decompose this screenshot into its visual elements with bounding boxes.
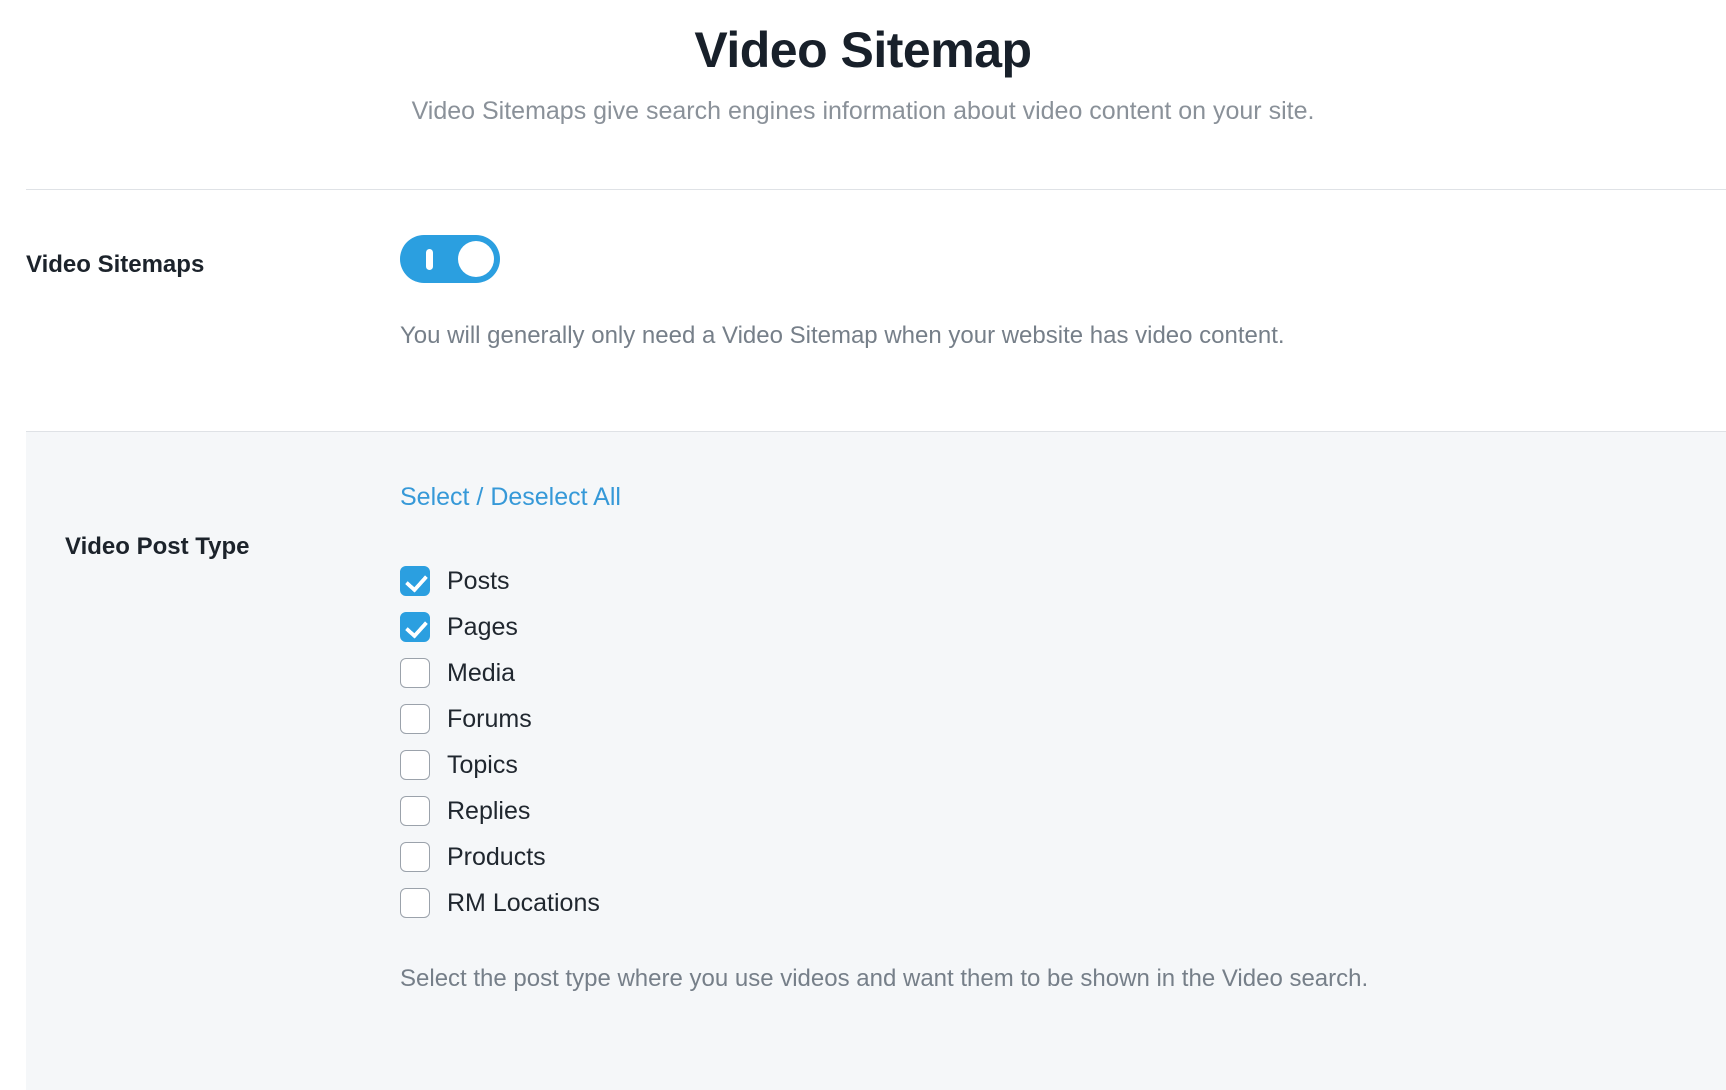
- video-sitemaps-row: Video Sitemaps You will generally only n…: [0, 190, 1726, 351]
- post-type-checkbox-row[interactable]: Posts: [400, 558, 1368, 604]
- post-type-checkbox-row[interactable]: RM Locations: [400, 880, 1368, 926]
- select-deselect-all-link[interactable]: Select / Deselect All: [400, 485, 621, 510]
- post-type-checkbox-label: Topics: [447, 753, 518, 778]
- video-sitemaps-control-cell: You will generally only need a Video Sit…: [400, 190, 1285, 351]
- checkbox-checked-icon[interactable]: [400, 612, 430, 642]
- post-type-checkbox-list: Posts Pages Media Forums Topics Replies Produc…: [400, 558, 1368, 926]
- video-post-type-row: Video Post Type Select / Deselect All Po…: [26, 432, 1726, 994]
- post-type-checkbox-row[interactable]: Pages: [400, 604, 1368, 650]
- post-type-checkbox-row[interactable]: Replies: [400, 788, 1368, 834]
- post-type-checkbox-label: Products: [447, 845, 546, 870]
- post-type-checkbox-row[interactable]: Products: [400, 834, 1368, 880]
- checkbox-unchecked-icon[interactable]: [400, 888, 430, 918]
- video-post-type-help-text: Select the post type where you use video…: [400, 963, 1368, 994]
- page-title: Video Sitemap: [0, 22, 1726, 78]
- checkbox-unchecked-icon[interactable]: [400, 796, 430, 826]
- checkbox-checked-icon[interactable]: [400, 566, 430, 596]
- checkbox-unchecked-icon[interactable]: [400, 842, 430, 872]
- post-type-checkbox-row[interactable]: Forums: [400, 696, 1368, 742]
- video-sitemaps-label-cell: Video Sitemaps: [0, 190, 400, 277]
- toggle-knob: [458, 241, 494, 277]
- video-sitemaps-label: Video Sitemaps: [26, 251, 204, 278]
- checkbox-unchecked-icon[interactable]: [400, 658, 430, 688]
- video-sitemap-settings-page: Video Sitemap Video Sitemaps give search…: [0, 0, 1726, 1090]
- page-header: Video Sitemap Video Sitemaps give search…: [0, 0, 1726, 128]
- video-post-type-label: Video Post Type: [26, 468, 400, 561]
- checkbox-unchecked-icon[interactable]: [400, 704, 430, 734]
- post-type-checkbox-label: Forums: [447, 707, 532, 732]
- video-post-type-section: Video Post Type Select / Deselect All Po…: [26, 431, 1726, 1090]
- post-type-checkbox-row[interactable]: Topics: [400, 742, 1368, 788]
- video-post-type-control-cell: Select / Deselect All Posts Pages Media For…: [400, 468, 1368, 994]
- post-type-checkbox-label: Posts: [447, 569, 510, 594]
- video-sitemaps-section: Video Sitemaps You will generally only n…: [0, 190, 1726, 383]
- post-type-checkbox-row[interactable]: Media: [400, 650, 1368, 696]
- post-type-checkbox-label: RM Locations: [447, 891, 600, 916]
- post-type-checkbox-label: Replies: [447, 799, 530, 824]
- post-type-checkbox-label: Pages: [447, 615, 518, 640]
- video-sitemaps-toggle[interactable]: [400, 235, 500, 283]
- post-type-checkbox-label: Media: [447, 661, 515, 686]
- checkbox-unchecked-icon[interactable]: [400, 750, 430, 780]
- video-sitemaps-help-text: You will generally only need a Video Sit…: [400, 320, 1285, 351]
- toggle-on-bar-icon: [426, 249, 433, 270]
- page-subtitle: Video Sitemaps give search engines infor…: [0, 95, 1726, 128]
